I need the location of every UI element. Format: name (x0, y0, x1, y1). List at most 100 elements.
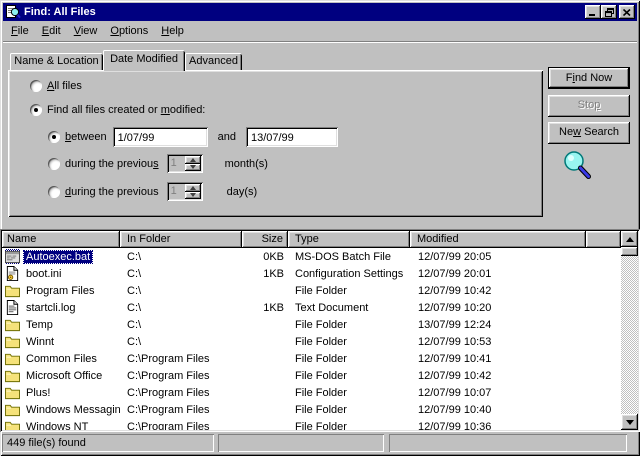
arrow-up-icon (626, 237, 634, 242)
folder-icon (5, 369, 20, 383)
chevron-down-icon (190, 165, 196, 169)
column-header-modified[interactable]: Modified (410, 231, 586, 248)
file-icon (5, 419, 20, 430)
arrow-down-icon (626, 420, 634, 425)
cell-modified: 12/07/99 10:42 (410, 370, 586, 382)
days-spinner: 1 (167, 182, 203, 201)
menu-edit[interactable]: Edit (36, 23, 67, 39)
tab-name-location[interactable]: Name & Location (10, 53, 103, 70)
menu-options[interactable]: Options (104, 23, 154, 39)
table-row[interactable]: startcli.log C:\ 1KB Text Document 12/07… (2, 299, 621, 316)
file-name: Autoexec.bat (24, 251, 92, 263)
table-row[interactable]: Common Files C:\Program Files File Folde… (2, 350, 621, 367)
stop-button[interactable]: Stop (548, 95, 630, 117)
file-name: Temp (24, 319, 55, 331)
file-icon (5, 385, 20, 400)
file-icon (5, 368, 20, 383)
chevron-up-icon (190, 158, 196, 162)
file-icon (5, 266, 20, 281)
days-unit-label: day(s) (227, 186, 258, 198)
date-to-input[interactable] (246, 127, 338, 147)
cell-name: Winnt (2, 334, 120, 349)
cell-in-folder: C:\ (120, 302, 242, 314)
scroll-down-button[interactable] (621, 414, 638, 430)
between-label: between (65, 131, 107, 143)
results-header: Name In Folder Size Type Modified (2, 231, 621, 248)
folder-icon (5, 420, 20, 431)
file-icon (5, 334, 20, 349)
file-name: Plus! (24, 387, 52, 399)
file-name: startcli.log (24, 302, 78, 314)
all-files-radio[interactable] (30, 80, 42, 92)
between-and-label: and (218, 131, 236, 143)
table-row[interactable]: Winnt C:\ File Folder 12/07/99 10:53 (2, 333, 621, 350)
previous-months-radio[interactable] (48, 158, 60, 170)
minimize-button[interactable] (585, 5, 601, 19)
menu-help[interactable]: Help (155, 23, 190, 39)
table-row[interactable]: boot.ini C:\ 1KB Configuration Settings … (2, 265, 621, 282)
file-name: Common Files (24, 353, 99, 365)
cell-in-folder: C:\Program Files (120, 387, 242, 399)
column-header-in-folder[interactable]: In Folder (120, 231, 242, 248)
cell-type: Configuration Settings (288, 268, 410, 280)
cell-size: 0KB (242, 251, 288, 263)
window-title: Find: All Files (24, 6, 585, 18)
months-spinner-up-button[interactable] (185, 156, 201, 164)
cell-in-folder: C:\ (120, 336, 242, 348)
cell-name: Autoexec.bat (2, 249, 120, 264)
menu-view[interactable]: View (68, 23, 104, 39)
column-header-size[interactable]: Size (242, 231, 288, 248)
created-modified-radio[interactable] (30, 104, 42, 116)
previous-days-radio[interactable] (48, 186, 60, 198)
close-icon (623, 9, 631, 16)
months-unit-label: month(s) (225, 158, 268, 170)
cell-in-folder: C:\Program Files (120, 353, 242, 365)
cell-name: Windows Messaging (2, 402, 120, 417)
file-icon (5, 317, 20, 332)
column-header-type[interactable]: Type (288, 231, 410, 248)
months-spinner-down-button[interactable] (185, 164, 201, 172)
days-spinner-up-button[interactable] (185, 184, 201, 192)
results-rows: Autoexec.bat C:\ 0KB MS-DOS Batch File 1… (2, 248, 621, 430)
file-name: Program Files (24, 285, 96, 297)
status-panel-3 (389, 434, 627, 452)
find-window: Find: All Files File Edit View Options H… (0, 0, 640, 456)
cell-name: Temp (2, 317, 120, 332)
cell-type: File Folder (288, 404, 410, 416)
vertical-scrollbar[interactable] (621, 231, 638, 430)
tab-date-modified[interactable]: Date Modified (103, 50, 185, 71)
previous-months-label: during the previous (65, 158, 159, 170)
table-row[interactable]: Autoexec.bat C:\ 0KB MS-DOS Batch File 1… (2, 248, 621, 265)
table-row[interactable]: Windows Messaging C:\Program Files File … (2, 401, 621, 418)
restore-button[interactable] (601, 5, 617, 19)
table-row[interactable]: Program Files C:\ File Folder 12/07/99 1… (2, 282, 621, 299)
table-row[interactable]: Temp C:\ File Folder 13/07/99 12:24 (2, 316, 621, 333)
title-bar[interactable]: Find: All Files (3, 3, 637, 21)
cell-in-folder: C:\Program Files (120, 404, 242, 416)
cell-type: File Folder (288, 387, 410, 399)
scrollbar-thumb[interactable] (621, 247, 638, 256)
cell-in-folder: C:\ (120, 319, 242, 331)
config-file-icon (5, 266, 20, 281)
results-list: Name In Folder Size Type Modified Autoex… (0, 229, 640, 432)
scroll-up-button[interactable] (621, 231, 638, 247)
tab-advanced[interactable]: Advanced (185, 53, 242, 70)
table-row[interactable]: Plus! C:\Program Files File Folder 12/07… (2, 384, 621, 401)
table-row[interactable]: Windows NT C:\Program Files File Folder … (2, 418, 621, 430)
column-header-name[interactable]: Name (2, 231, 120, 248)
file-name: Windows NT (24, 421, 90, 431)
between-radio[interactable] (48, 131, 60, 143)
menu-file[interactable]: File (5, 23, 35, 39)
new-search-button[interactable]: New Search (548, 122, 630, 144)
date-from-input[interactable] (113, 127, 208, 147)
find-now-button[interactable]: Find Now (548, 67, 630, 89)
cell-type: File Folder (288, 336, 410, 348)
cell-name: startcli.log (2, 300, 120, 315)
cell-modified: 12/07/99 10:42 (410, 285, 586, 297)
close-button[interactable] (619, 5, 635, 19)
days-spinner-down-button[interactable] (185, 192, 201, 200)
cell-size: 1KB (242, 302, 288, 314)
table-row[interactable]: Microsoft Office C:\Program Files File F… (2, 367, 621, 384)
file-name: Windows Messaging (24, 404, 120, 416)
restore-icon (605, 8, 614, 17)
